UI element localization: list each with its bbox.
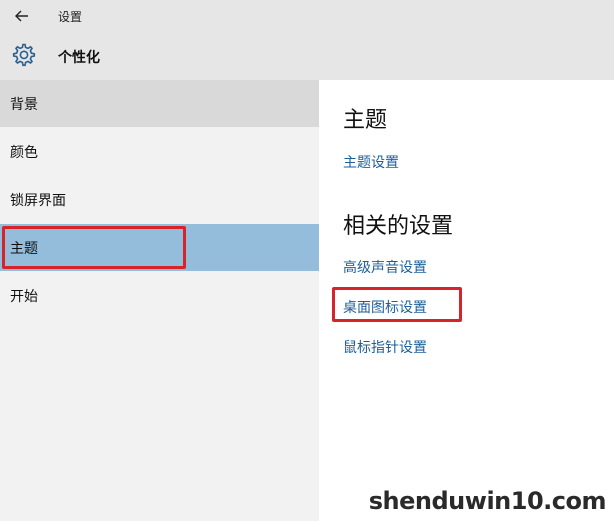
sidebar-item-label: 颜色: [10, 144, 38, 161]
sidebar-item-label: 背景: [10, 96, 38, 113]
main-content: 主题 主题设置 相关的设置 高级声音设置 桌面图标设置 鼠标指针设置: [319, 80, 614, 521]
sidebar: 背景 颜色 锁屏界面 主题 开始: [0, 80, 319, 521]
sidebar-item-lock-screen[interactable]: 锁屏界面: [0, 176, 319, 223]
sidebar-item-label: 主题: [10, 240, 38, 257]
page-title: 个性化: [58, 50, 100, 66]
related-settings-heading: 相关的设置: [343, 214, 454, 239]
sidebar-item-colors[interactable]: 颜色: [0, 128, 319, 175]
sidebar-item-label: 开始: [10, 288, 38, 305]
advanced-sound-settings-link[interactable]: 高级声音设置: [343, 257, 427, 277]
gear-icon: [12, 43, 36, 67]
sidebar-item-label: 锁屏界面: [10, 192, 66, 209]
mouse-pointer-settings-link[interactable]: 鼠标指针设置: [343, 337, 427, 357]
theme-heading: 主题: [343, 108, 388, 133]
back-arrow-icon: [15, 10, 28, 22]
title-bar: 设置: [0, 0, 614, 32]
sidebar-item-background[interactable]: 背景: [0, 80, 319, 127]
sidebar-item-start[interactable]: 开始: [0, 272, 319, 319]
theme-settings-link[interactable]: 主题设置: [343, 152, 399, 172]
sidebar-item-themes[interactable]: 主题: [0, 224, 319, 271]
back-button[interactable]: [8, 4, 36, 28]
window-title: 设置: [58, 10, 83, 24]
page-header: 个性化: [0, 32, 614, 80]
desktop-icon-settings-link[interactable]: 桌面图标设置: [343, 297, 427, 317]
watermark-text: shenduwin10.com: [368, 487, 607, 515]
